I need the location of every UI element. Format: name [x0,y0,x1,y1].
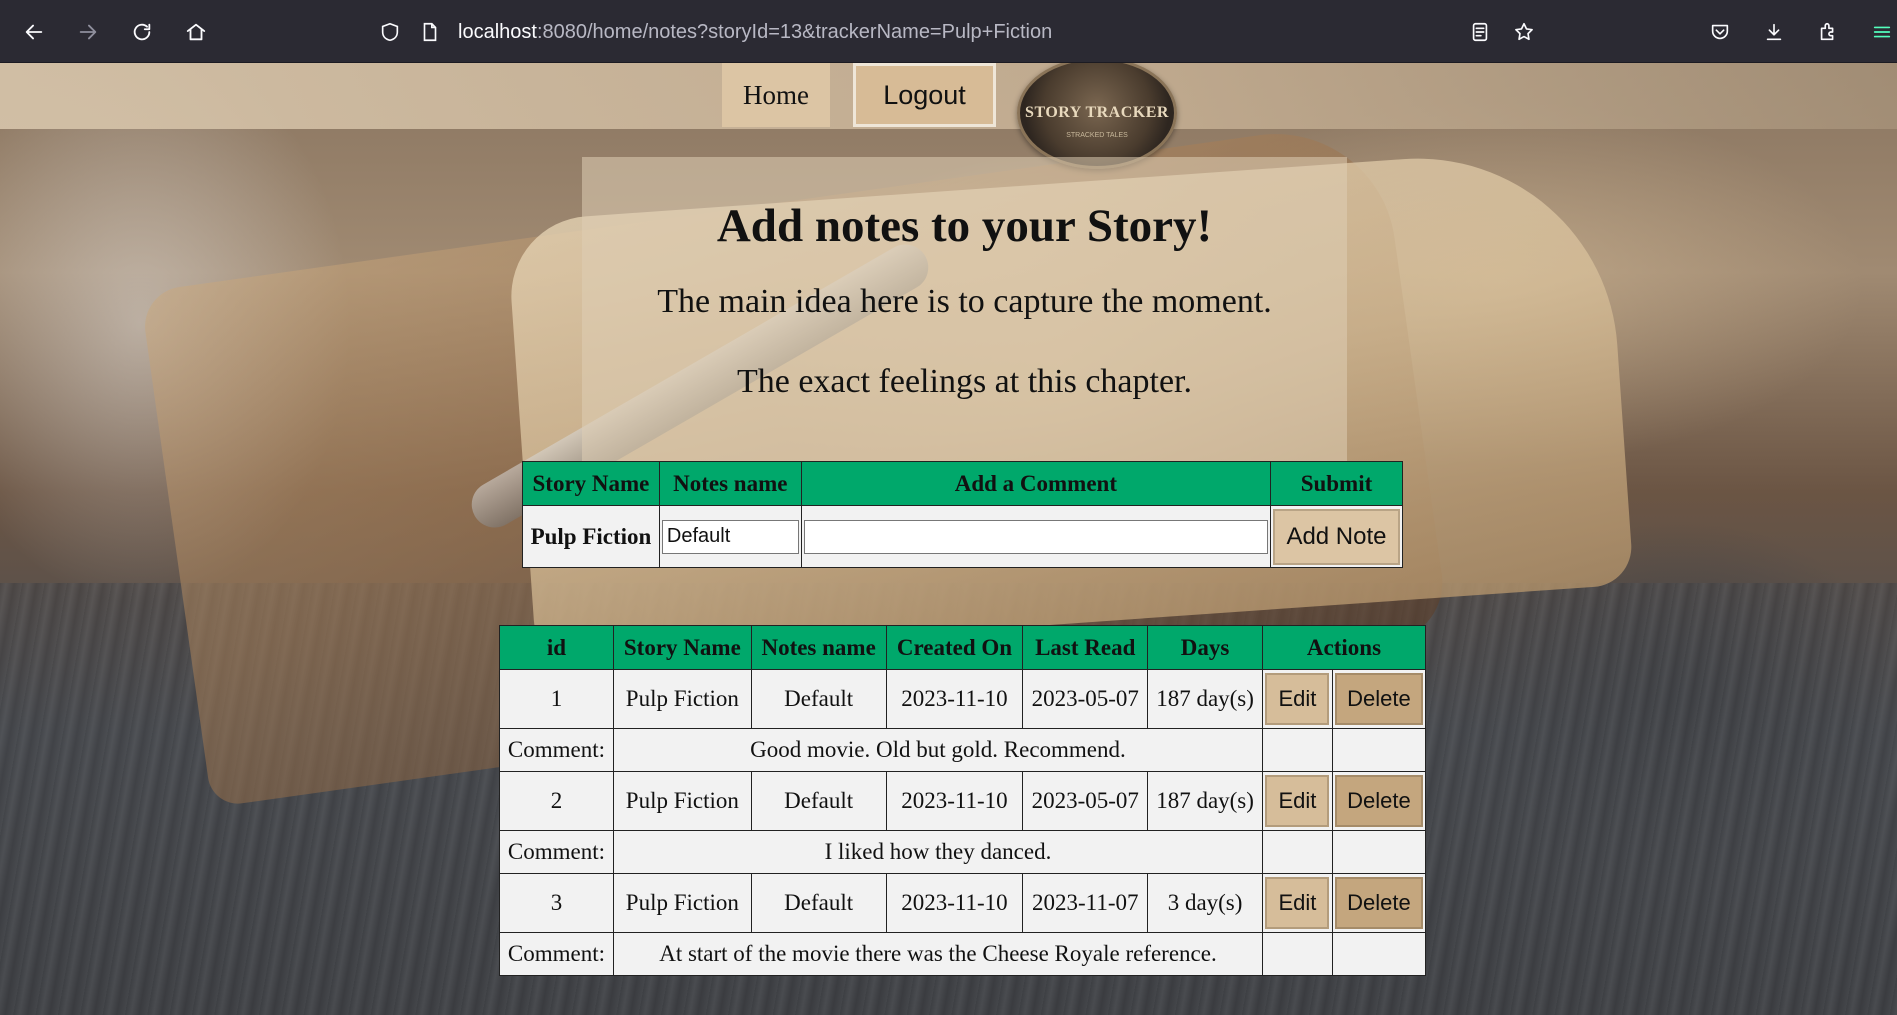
cell-edit: Edit [1261,771,1333,831]
shield-icon[interactable] [378,20,402,44]
reader-view-icon[interactable] [1462,14,1498,50]
download-icon[interactable] [1756,14,1792,50]
cell-delete: Delete [1331,771,1427,831]
hero-line-2: The exact feelings at this chapter. [736,363,1193,400]
comment-label: Comment: [499,932,614,976]
header-last-read: Last Read [1022,625,1149,670]
empty-cell [1331,728,1427,772]
comment-cell [800,505,1271,568]
nav-logout-button[interactable]: Logout [853,63,996,127]
empty-cell [1261,830,1333,874]
cell-story-name: Pulp Fiction [612,771,752,831]
forward-arrow-icon[interactable] [70,14,106,50]
add-note-form: Story Name Notes name Add a Comment Subm… [522,461,1404,568]
hero-panel: Add notes to your Story! The main idea h… [582,157,1347,477]
cell-last-read: 2023-11-07 [1022,873,1149,933]
comment-row: Comment: Good movie. Old but gold. Recom… [499,728,1427,772]
url-bar[interactable]: localhost:8080/home/notes?storyId=13&tra… [378,12,1488,52]
form-header-row: Story Name Notes name Add a Comment Subm… [522,461,1404,506]
table-header-row: id Story Name Notes name Created On Last… [499,625,1427,670]
site-navbar: Home Logout [0,63,1897,129]
cell-last-read: 2023-05-07 [1022,771,1149,831]
comment-row: Comment: I liked how they danced. [499,830,1427,874]
comment-input[interactable] [803,519,1268,554]
header-id: id [499,625,614,670]
cell-delete: Delete [1331,873,1427,933]
comment-label: Comment: [499,830,614,874]
cell-days: 187 day(s) [1147,771,1263,831]
cell-last-read: 2023-05-07 [1022,669,1149,729]
cell-notes-name: Default [750,669,887,729]
cell-notes-name: Default [750,873,887,933]
form-input-row: Pulp Fiction Add Note [522,505,1404,568]
hero-line-1: The main idea here is to capture the mom… [657,283,1272,320]
empty-cell [1331,932,1427,976]
cell-edit: Edit [1261,669,1333,729]
form-header-add-comment: Add a Comment [800,461,1271,506]
form-header-story-name: Story Name [522,461,660,506]
edit-button[interactable]: Edit [1265,673,1330,725]
comment-text: Good movie. Old but gold. Recommend. [612,728,1263,772]
home-icon[interactable] [178,14,214,50]
nav-home-link[interactable]: Home [722,63,830,127]
cell-created-on: 2023-11-10 [885,669,1024,729]
logo-text: STORY TRACKER [1025,104,1169,121]
extensions-icon[interactable] [1810,14,1846,50]
edit-button[interactable]: Edit [1265,877,1330,929]
header-days: Days [1147,625,1263,670]
toolbar-right-icons [1702,14,1897,50]
submit-cell: Add Note [1269,505,1404,568]
back-arrow-icon[interactable] [16,14,52,50]
cell-story-name: Pulp Fiction [612,669,752,729]
cell-id: 2 [499,771,614,831]
header-notes-name: Notes name [750,625,887,670]
header-created-on: Created On [885,625,1024,670]
notes-table: id Story Name Notes name Created On Last… [499,625,1427,976]
edit-button[interactable]: Edit [1265,775,1330,827]
table-row: 3 Pulp Fiction Default 2023-11-10 2023-1… [499,873,1427,933]
header-actions: Actions [1261,625,1427,670]
empty-cell [1261,728,1333,772]
cell-story-name: Pulp Fiction [612,873,752,933]
comment-text: At start of the movie there was the Chee… [612,932,1263,976]
cell-notes-name: Default [750,771,887,831]
comment-row: Comment: At start of the movie there was… [499,932,1427,976]
page-icon [418,20,442,44]
pocket-icon[interactable] [1702,14,1738,50]
notes-name-input[interactable] [661,519,799,554]
form-story-name: Pulp Fiction [522,505,660,568]
form-header-notes-name: Notes name [658,461,802,506]
delete-button[interactable]: Delete [1334,673,1423,725]
table-row: 2 Pulp Fiction Default 2023-11-10 2023-0… [499,771,1427,831]
page-title: Add notes to your Story! [716,200,1213,252]
cell-id: 3 [499,873,614,933]
table-row: 1 Pulp Fiction Default 2023-11-10 2023-0… [499,669,1427,729]
header-story-name: Story Name [612,625,752,670]
delete-button[interactable]: Delete [1334,775,1423,827]
url-right-icons [1462,14,1542,50]
bookmark-star-icon[interactable] [1506,14,1542,50]
empty-cell [1261,932,1333,976]
logo-subtext: STRACKED TALES [1066,132,1128,139]
reload-icon[interactable] [124,14,160,50]
empty-cell [1331,830,1427,874]
cell-days: 187 day(s) [1147,669,1263,729]
cell-days: 3 day(s) [1147,873,1263,933]
cell-id: 1 [499,669,614,729]
notes-name-cell [658,505,802,568]
page-content: Home Logout STORY TRACKER STRACKED TALES… [0,63,1897,1015]
form-header-submit: Submit [1269,461,1404,506]
menu-icon[interactable] [1864,14,1897,50]
add-note-button[interactable]: Add Note [1272,508,1400,565]
cell-created-on: 2023-11-10 [885,873,1024,933]
cell-edit: Edit [1261,873,1333,933]
comment-text: I liked how they danced. [612,830,1263,874]
url-text[interactable]: localhost:8080/home/notes?storyId=13&tra… [458,21,1052,44]
browser-toolbar: localhost:8080/home/notes?storyId=13&tra… [0,0,1897,63]
delete-button[interactable]: Delete [1334,877,1423,929]
cell-created-on: 2023-11-10 [885,771,1024,831]
comment-label: Comment: [499,728,614,772]
cell-delete: Delete [1331,669,1427,729]
